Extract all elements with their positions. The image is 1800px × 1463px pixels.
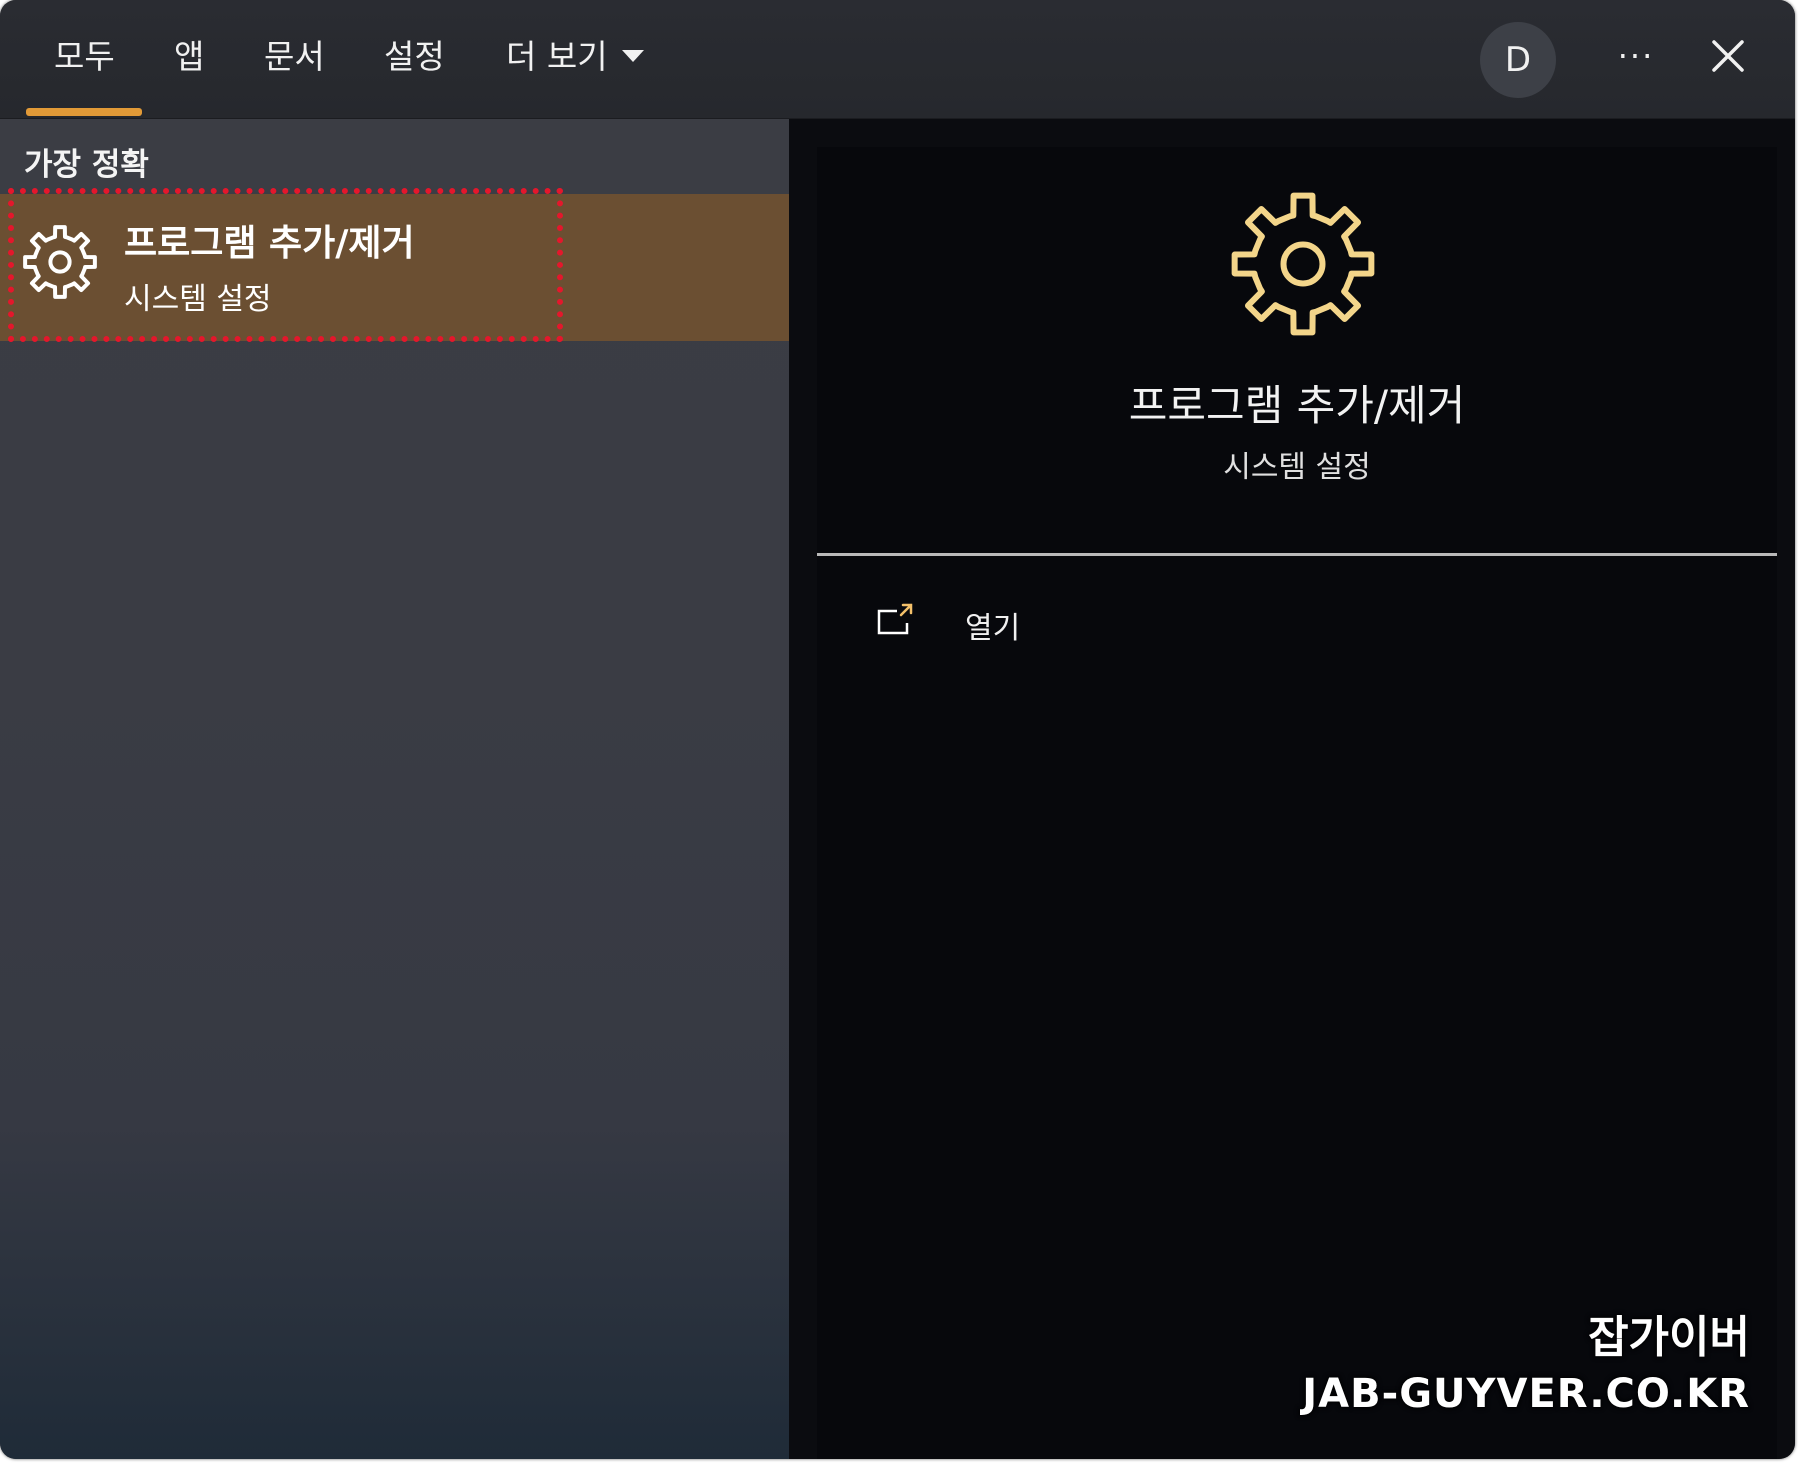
- open-action-label: 열기: [965, 611, 1021, 646]
- preview-pane: 프로그램 추가/제거 시스템 설정 열기: [789, 119, 1795, 1459]
- tab-more[interactable]: 더 보기: [506, 34, 644, 80]
- watermark-korean: 잡가이버: [1588, 1312, 1750, 1363]
- account-avatar[interactable]: D: [1480, 22, 1556, 98]
- best-match-result[interactable]: 프로그램 추가/제거 시스템 설정: [0, 188, 789, 342]
- watermark-url: JAB-GUYVER.CO.KR: [1302, 1371, 1750, 1417]
- best-match-heading: 가장 정확: [24, 147, 149, 183]
- preview-divider: [817, 553, 1777, 556]
- close-icon: [1712, 40, 1744, 72]
- active-tab-indicator: [26, 108, 142, 116]
- preview-title: 프로그램 추가/제거: [1128, 381, 1466, 430]
- tab-settings[interactable]: 설정: [384, 34, 445, 80]
- results-pane: 가장 정확 프로그램 추가/제거 시스템 설정: [0, 119, 789, 1459]
- gear-icon: [1231, 192, 1375, 336]
- search-filter-bar: 모두 앱 문서 설정 더 보기 D ···: [0, 0, 1795, 119]
- preview-card: 프로그램 추가/제거 시스템 설정 열기: [817, 147, 1777, 1459]
- search-window: 모두 앱 문서 설정 더 보기 D ··· 가장 정확 프로그램 추가/제거 시…: [0, 0, 1795, 1459]
- watermark: 잡가이버 JAB-GUYVER.CO.KR: [1302, 1310, 1750, 1422]
- close-button[interactable]: [1698, 26, 1758, 86]
- tab-all[interactable]: 모두: [54, 34, 115, 80]
- tab-more-label: 더 보기: [506, 37, 608, 76]
- preview-subtitle: 시스템 설정: [1223, 450, 1371, 485]
- tab-apps[interactable]: 앱: [174, 34, 204, 80]
- open-action[interactable]: 열기: [857, 597, 1157, 657]
- tab-documents[interactable]: 문서: [264, 34, 325, 80]
- selection-highlight-box: [8, 188, 563, 342]
- more-options-button[interactable]: ···: [1606, 26, 1666, 86]
- open-external-icon: [877, 603, 913, 635]
- chevron-down-icon: [621, 49, 644, 62]
